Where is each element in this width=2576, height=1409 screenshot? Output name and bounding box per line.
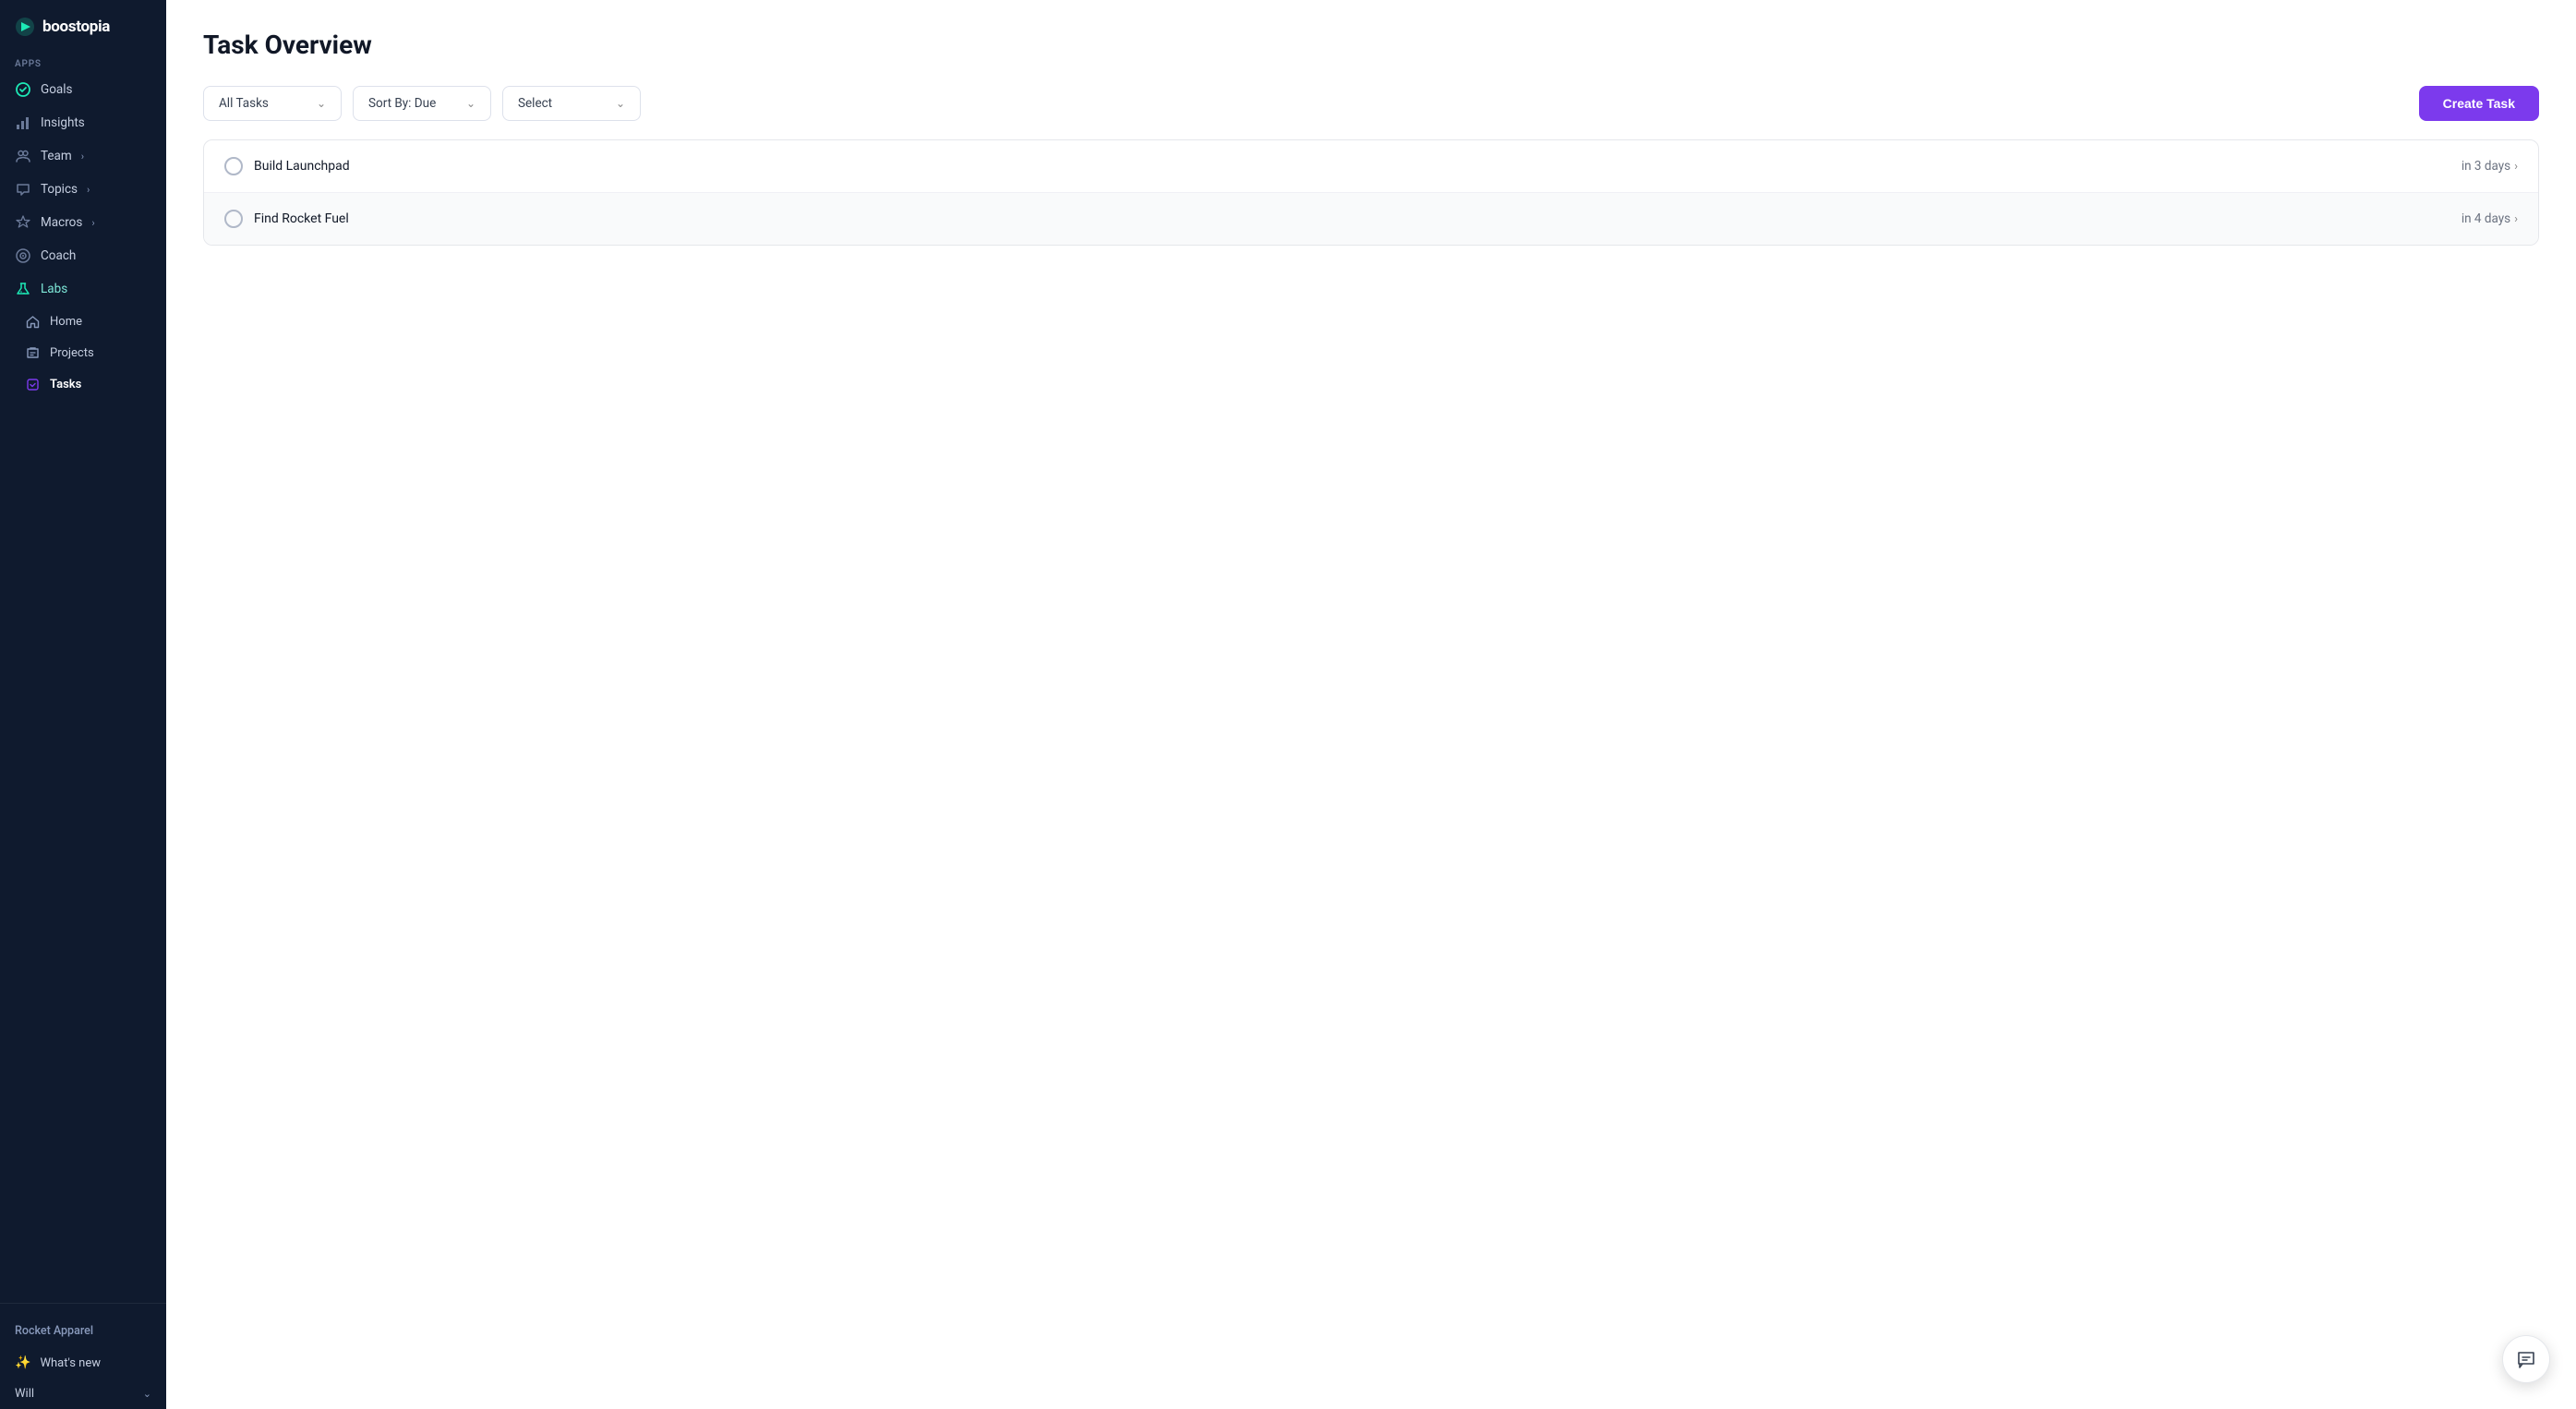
filter-dropdown-label: All Tasks	[219, 96, 269, 111]
team-icon	[15, 148, 31, 164]
whats-new-icon: ✨	[15, 1355, 30, 1370]
chat-icon	[2516, 1349, 2536, 1369]
sidebar-item-coach-label: Coach	[41, 248, 76, 263]
coach-icon	[15, 247, 31, 264]
logo[interactable]: boostopia	[0, 0, 166, 50]
sidebar-item-team-label: Team	[41, 149, 72, 163]
topics-icon	[15, 181, 31, 198]
sidebar-item-macros-label: Macros	[41, 215, 82, 230]
task-due-chevron-1: ›	[2514, 160, 2518, 174]
will-item[interactable]: Will ⌄	[0, 1379, 166, 1409]
will-label: Will	[15, 1387, 34, 1401]
whats-new-item[interactable]: ✨ What's new	[0, 1347, 166, 1379]
labs-icon	[15, 281, 31, 297]
will-chevron-icon: ⌄	[143, 1388, 151, 1400]
whats-new-label: What's new	[40, 1356, 101, 1370]
sidebar-item-labs-label: Labs	[41, 282, 67, 296]
macros-chevron-icon: ›	[91, 217, 94, 229]
task-due-2: in 4 days ›	[2462, 211, 2518, 226]
task-name-2: Find Rocket Fuel	[254, 211, 2462, 226]
page-title: Task Overview	[203, 30, 2539, 60]
sidebar-item-team[interactable]: Team ›	[0, 139, 166, 173]
sidebar-item-macros[interactable]: Macros ›	[0, 206, 166, 239]
topics-chevron-icon: ›	[87, 184, 90, 196]
task-due-chevron-2: ›	[2514, 212, 2518, 226]
apps-section-label: APPS	[0, 50, 166, 73]
home-icon	[24, 313, 41, 330]
task-row[interactable]: Find Rocket Fuel in 4 days ›	[204, 193, 2538, 245]
sidebar-item-coach[interactable]: Coach	[0, 239, 166, 272]
task-row[interactable]: Build Launchpad in 3 days ›	[204, 140, 2538, 193]
select-dropdown-label: Select	[518, 96, 552, 111]
sidebar-sub-home-label: Home	[50, 315, 82, 329]
sort-dropdown[interactable]: Sort By: Due ⌄	[353, 86, 491, 121]
sidebar-item-goals[interactable]: Goals	[0, 73, 166, 106]
filter-dropdown[interactable]: All Tasks ⌄	[203, 86, 342, 121]
select-dropdown[interactable]: Select ⌄	[502, 86, 641, 121]
goals-icon	[15, 81, 31, 98]
team-chevron-icon: ›	[81, 151, 84, 163]
logo-text: boostopia	[42, 18, 110, 36]
insights-icon	[15, 114, 31, 131]
sidebar-sub-item-home[interactable]: Home	[0, 306, 166, 337]
select-dropdown-chevron-icon: ⌄	[616, 97, 625, 110]
sidebar-item-insights[interactable]: Insights	[0, 106, 166, 139]
toolbar: All Tasks ⌄ Sort By: Due ⌄ Select ⌄ Crea…	[203, 86, 2539, 121]
sidebar-item-labs[interactable]: Labs	[0, 272, 166, 306]
task-checkbox-1[interactable]	[224, 157, 243, 175]
macros-icon	[15, 214, 31, 231]
sidebar-item-topics[interactable]: Topics ›	[0, 173, 166, 206]
tasks-icon	[24, 376, 41, 392]
sidebar-sub-item-tasks[interactable]: Tasks	[0, 368, 166, 400]
sidebar-sub-tasks-label: Tasks	[50, 378, 81, 391]
sidebar-sub-projects-label: Projects	[50, 346, 94, 360]
sidebar-item-topics-label: Topics	[41, 182, 78, 197]
sort-dropdown-label: Sort By: Due	[368, 96, 436, 111]
sidebar: boostopia APPS Goals Insights	[0, 0, 166, 1409]
task-name-1: Build Launchpad	[254, 159, 2462, 174]
create-task-button[interactable]: Create Task	[2419, 86, 2539, 121]
sidebar-item-goals-label: Goals	[41, 82, 73, 97]
boostopia-logo-icon	[15, 17, 35, 37]
filter-dropdown-chevron-icon: ⌄	[317, 97, 326, 110]
sort-dropdown-chevron-icon: ⌄	[466, 97, 475, 110]
sidebar-item-insights-label: Insights	[41, 115, 85, 130]
task-checkbox-2[interactable]	[224, 210, 243, 228]
main-content-area: Task Overview All Tasks ⌄ Sort By: Due ⌄…	[166, 0, 2576, 1409]
sidebar-sub-item-projects[interactable]: Projects	[0, 337, 166, 368]
org-name: Rocket Apparel	[0, 1315, 166, 1347]
task-due-1: in 3 days ›	[2462, 159, 2518, 174]
projects-icon	[24, 344, 41, 361]
sidebar-bottom: Rocket Apparel ✨ What's new Will ⌄	[0, 1303, 166, 1409]
chat-button[interactable]	[2502, 1335, 2550, 1383]
task-list: Build Launchpad in 3 days › Find Rocket …	[203, 139, 2539, 246]
